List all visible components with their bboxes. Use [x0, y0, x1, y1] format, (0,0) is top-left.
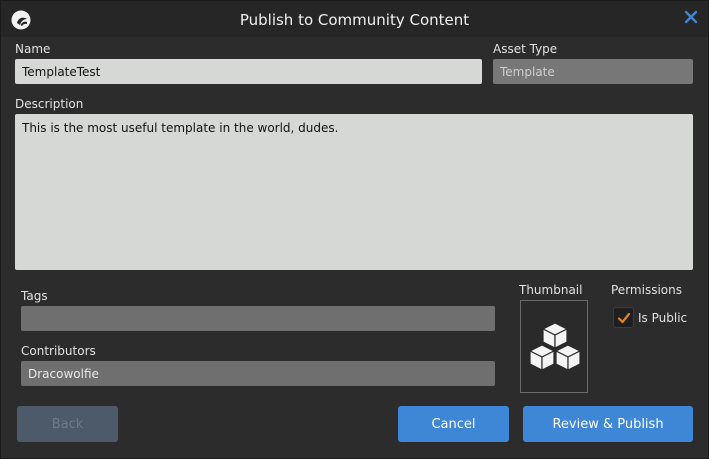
close-icon[interactable] — [683, 9, 699, 25]
asset-type-field — [493, 59, 693, 84]
publish-dialog: Publish to Community Content Name Asset … — [0, 0, 709, 459]
is-public-checkbox[interactable] — [613, 307, 634, 328]
name-input[interactable] — [15, 59, 482, 84]
is-public-label: Is Public — [638, 311, 688, 325]
permissions-label: Permissions — [611, 283, 682, 297]
back-button[interactable]: Back — [17, 406, 118, 442]
thumbnail-picker[interactable] — [520, 300, 588, 393]
contributors-input[interactable] — [21, 361, 495, 386]
description-textarea[interactable]: This is the most useful template in the … — [15, 114, 693, 270]
title-bar: Publish to Community Content — [1, 1, 708, 37]
cancel-button[interactable]: Cancel — [398, 406, 509, 442]
contributors-label: Contributors — [21, 344, 96, 358]
tags-input[interactable] — [21, 306, 495, 331]
asset-type-label: Asset Type — [493, 42, 558, 56]
tags-label: Tags — [21, 289, 48, 303]
review-publish-button[interactable]: Review & Publish — [523, 406, 693, 442]
checkmark-icon — [617, 312, 631, 324]
cubes-icon — [529, 322, 581, 371]
thumbnail-label: Thumbnail — [519, 283, 583, 297]
dialog-title: Publish to Community Content — [239, 11, 470, 29]
description-label: Description — [15, 97, 84, 111]
name-label: Name — [15, 42, 51, 56]
